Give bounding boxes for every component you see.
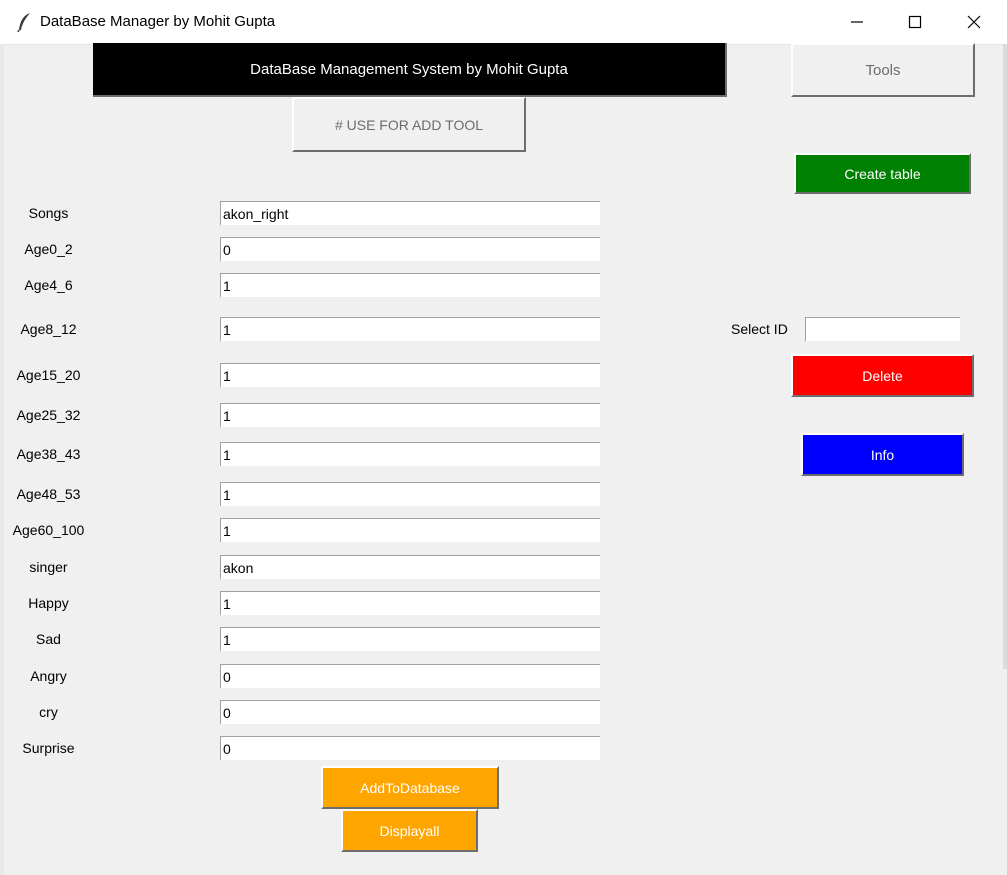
- age60-100-label: Age60_100: [12, 522, 85, 538]
- age38-43-label: Age38_43: [16, 446, 81, 462]
- maximize-button[interactable]: [886, 0, 944, 44]
- cry-label: cry: [39, 704, 58, 720]
- singer-input[interactable]: [220, 555, 600, 579]
- background-window-edge-right: [1003, 44, 1007, 669]
- surprise-input[interactable]: [220, 736, 600, 760]
- age4-6-input[interactable]: [220, 273, 600, 297]
- age8-12-input[interactable]: [220, 317, 600, 341]
- age38-43-input[interactable]: [220, 442, 600, 466]
- close-button[interactable]: [945, 0, 1003, 44]
- info-button[interactable]: Info: [801, 433, 964, 476]
- surprise-label: Surprise: [22, 740, 75, 756]
- add-to-database-button[interactable]: AddToDatabase: [321, 766, 499, 809]
- title-bar: DataBase Manager by Mohit Gupta: [0, 0, 1007, 45]
- use-for-add-tool-button[interactable]: # USE FOR ADD TOOL: [292, 97, 526, 152]
- select-id-label: Select ID: [731, 321, 788, 337]
- age15-20-label: Age15_20: [16, 367, 81, 383]
- age25-32-input[interactable]: [220, 403, 600, 427]
- cry-input[interactable]: [220, 700, 600, 724]
- age0-2-input[interactable]: [220, 237, 600, 261]
- age60-100-input[interactable]: [220, 518, 600, 542]
- maximize-icon: [908, 15, 922, 29]
- sad-input[interactable]: [220, 627, 600, 651]
- minimize-icon: [851, 21, 863, 23]
- age0-2-label: Age0_2: [24, 241, 73, 257]
- age48-53-input[interactable]: [220, 482, 600, 506]
- angry-label: Angry: [30, 668, 67, 684]
- songs-input[interactable]: [220, 201, 600, 225]
- sad-label: Sad: [36, 631, 61, 647]
- age8-12-label: Age8_12: [20, 321, 77, 337]
- create-table-button[interactable]: Create table: [794, 153, 971, 194]
- feather-icon: [16, 12, 34, 33]
- close-icon: [967, 15, 981, 29]
- tools-button[interactable]: Tools: [791, 43, 975, 97]
- age25-32-label: Age25_32: [16, 407, 81, 423]
- age4-6-label: Age4_6: [24, 277, 73, 293]
- window-title: DataBase Manager by Mohit Gupta: [40, 13, 276, 30]
- age15-20-input[interactable]: [220, 363, 600, 387]
- display-all-button[interactable]: Displayall: [341, 809, 478, 852]
- happy-label: Happy: [28, 595, 69, 611]
- delete-button[interactable]: Delete: [791, 354, 974, 397]
- age48-53-label: Age48_53: [16, 486, 81, 502]
- happy-input[interactable]: [220, 591, 600, 615]
- app-banner: DataBase Management System by Mohit Gupt…: [93, 43, 727, 97]
- select-id-input[interactable]: [805, 317, 960, 341]
- angry-input[interactable]: [220, 664, 600, 688]
- minimize-button[interactable]: [828, 0, 886, 44]
- singer-label: singer: [29, 559, 68, 575]
- songs-label: Songs: [28, 205, 69, 221]
